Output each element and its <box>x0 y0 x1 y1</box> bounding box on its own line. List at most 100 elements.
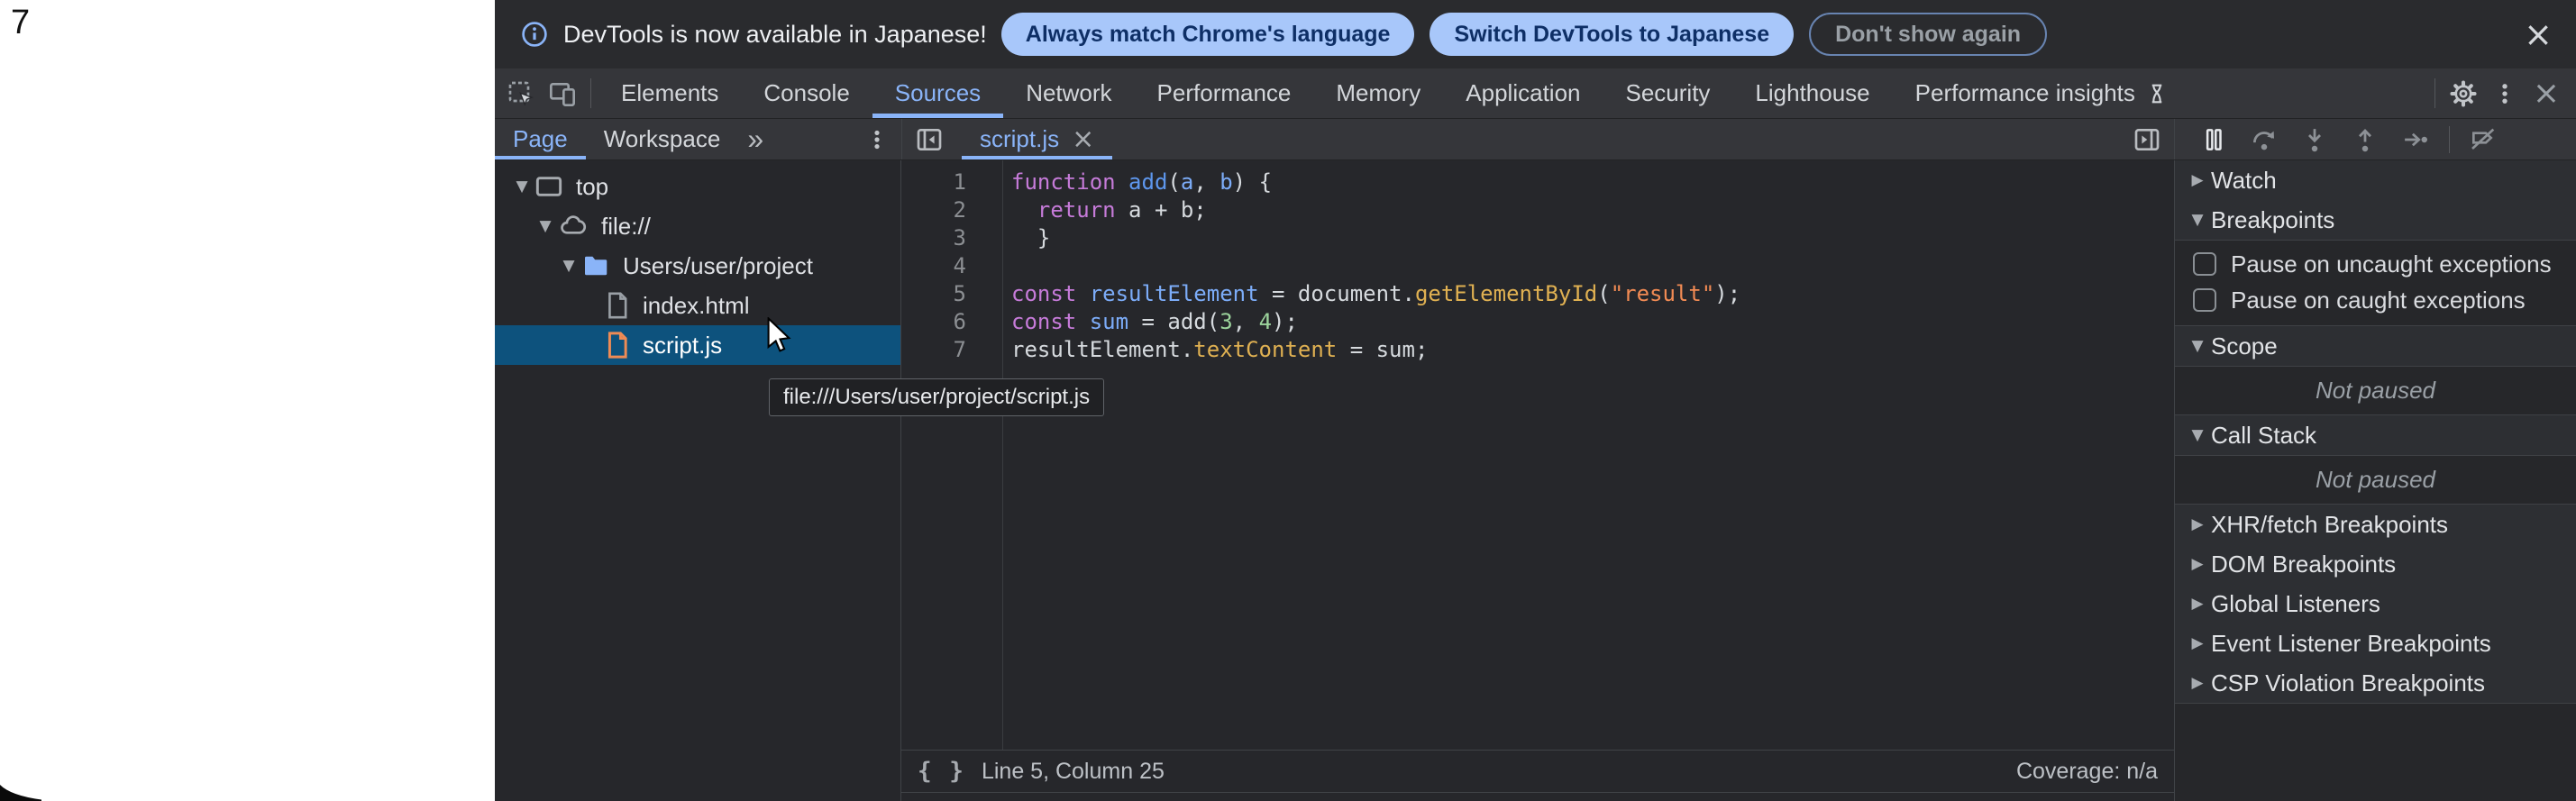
section-header-xhr-fetch-breakpoints[interactable]: ▶XHR/fetch Breakpoints <box>2175 505 2576 544</box>
tab-memory[interactable]: Memory <box>1313 68 1443 118</box>
line-number[interactable]: 5 <box>901 280 1002 308</box>
line-number[interactable]: 6 <box>901 308 1002 336</box>
section-label: Global Listeners <box>2211 590 2380 618</box>
section-label: DOM Breakpoints <box>2211 551 2396 578</box>
editor-status-bar: { } Line 5, Column 25 Coverage: n/a <box>901 750 2174 793</box>
expander-arrow-icon[interactable]: ▶ <box>2184 515 2211 533</box>
navigator-tab-workspace[interactable]: Workspace <box>586 119 739 159</box>
tab-security[interactable]: Security <box>1603 68 1733 118</box>
tree-item-users-user-project[interactable]: ▼Users/user/project <box>495 246 900 286</box>
more-options-button[interactable] <box>2484 68 2526 118</box>
hide-navigator-button[interactable] <box>902 119 956 159</box>
expander-arrow-icon[interactable]: ▶ <box>2184 555 2211 573</box>
show-debugger-sidebar-button[interactable] <box>2120 119 2174 159</box>
not-paused-label: Not paused <box>2316 466 2435 494</box>
tree-item-top[interactable]: ▼top <box>495 167 900 206</box>
line-number[interactable]: 3 <box>901 224 1002 252</box>
expander-arrow-icon[interactable]: ▼ <box>556 257 581 275</box>
code-line-2[interactable]: 2 return a + b; <box>901 196 2174 224</box>
section-header-watch[interactable]: ▶Watch <box>2175 160 2576 200</box>
section-header-event-listener-breakpoints[interactable]: ▶Event Listener Breakpoints <box>2175 624 2576 663</box>
expander-arrow-icon[interactable]: ▶ <box>2184 171 2211 189</box>
code-line-5[interactable]: 5const resultElement = document.getEleme… <box>901 280 2174 308</box>
always-match-chrome-s-language-button[interactable]: Always match Chrome's language <box>1001 13 1415 56</box>
section-header-call-stack[interactable]: ▼Call Stack <box>2175 415 2576 455</box>
code-line-3[interactable]: 3 } <box>901 224 2174 252</box>
section-label: CSP Violation Breakpoints <box>2211 669 2485 697</box>
step-button[interactable] <box>2391 126 2440 153</box>
expander-arrow-icon[interactable]: ▶ <box>2184 674 2211 692</box>
tree-item-script-js[interactable]: script.js <box>495 325 900 365</box>
step-out-button[interactable] <box>2341 126 2389 153</box>
code-text: resultElement.textContent = sum; <box>1011 336 1428 364</box>
section-label: XHR/fetch Breakpoints <box>2211 511 2448 539</box>
sidebar-section-headers: ▼Call Stack <box>2175 415 2576 456</box>
expander-arrow-icon[interactable]: ▼ <box>2184 211 2211 229</box>
expander-arrow-icon[interactable]: ▼ <box>2184 426 2211 444</box>
line-number[interactable]: 7 <box>901 336 1002 364</box>
section-header-csp-violation-breakpoints[interactable]: ▶CSP Violation Breakpoints <box>2175 663 2576 703</box>
tab-label: Application <box>1466 79 1580 107</box>
checkbox-row-pause-on-caught-exceptions[interactable]: Pause on caught exceptions <box>2175 282 2576 318</box>
main-toolbar: ElementsConsoleSourcesNetworkPerformance… <box>495 68 2576 119</box>
tab-label: Performance insights <box>1915 79 2135 107</box>
tab-elements[interactable]: Elements <box>598 68 741 118</box>
dont-show-again-button[interactable]: Don't show again <box>1809 13 2047 56</box>
expander-arrow-icon[interactable]: ▼ <box>509 177 534 196</box>
pretty-print-button[interactable]: { } <box>918 758 965 785</box>
tab-application[interactable]: Application <box>1443 68 1603 118</box>
checkbox-unchecked[interactable] <box>2193 288 2216 312</box>
sidebar-section-headers: ▼Scope <box>2175 326 2576 367</box>
tab-lighthouse[interactable]: Lighthouse <box>1732 68 1892 118</box>
code-line-4[interactable]: 4 <box>901 252 2174 280</box>
tab-label: script.js <box>980 125 1059 153</box>
code-line-1[interactable]: 1function add(a, b) { <box>901 168 2174 196</box>
switch-devtools-to-japanese-button[interactable]: Switch DevTools to Japanese <box>1430 13 1794 56</box>
sources-content: ▼top▼file://▼Users/user/projectindex.htm… <box>495 160 2576 801</box>
step-icon <box>2402 126 2429 153</box>
tab-console[interactable]: Console <box>741 68 872 118</box>
line-number[interactable]: 2 <box>901 196 1002 224</box>
sidebar-section-headers: ▶Watch▼Breakpoints <box>2175 160 2576 241</box>
expander-arrow-icon[interactable]: ▶ <box>2184 595 2211 613</box>
frame-icon <box>534 172 563 201</box>
checkbox-row-pause-on-uncaught-exceptions[interactable]: Pause on uncaught exceptions <box>2175 246 2576 282</box>
inspect-element-button[interactable] <box>500 68 542 118</box>
sidebar-section-headers: ▶XHR/fetch Breakpoints▶DOM Breakpoints▶G… <box>2175 505 2576 704</box>
checkbox-unchecked[interactable] <box>2193 252 2216 276</box>
tree-item-file-[interactable]: ▼file:// <box>495 206 900 246</box>
section-header-global-listeners[interactable]: ▶Global Listeners <box>2175 584 2576 624</box>
step-into-button[interactable] <box>2290 126 2339 153</box>
collapse-left-panel-icon <box>915 125 944 154</box>
devtools-close-button[interactable]: × <box>2526 68 2567 118</box>
tab-label: Sources <box>895 79 981 107</box>
line-number[interactable]: 4 <box>901 252 1002 280</box>
open-file-tab-script-js[interactable]: script.js × <box>962 119 1112 159</box>
code-area[interactable]: 1function add(a, b) {2 return a + b;3 }4… <box>901 168 2174 750</box>
settings-button[interactable] <box>2443 68 2484 118</box>
expander-arrow-icon[interactable]: ▶ <box>2184 634 2211 652</box>
tab-sources[interactable]: Sources <box>872 68 1003 118</box>
device-toolbar-button[interactable] <box>542 68 583 118</box>
deactivate-breakpoints-button[interactable] <box>2459 125 2507 154</box>
tree-item-index-html[interactable]: index.html <box>495 286 900 325</box>
infobar-close-button[interactable]: × <box>2524 17 2553 51</box>
section-header-scope[interactable]: ▼Scope <box>2175 326 2576 366</box>
close-tab-icon[interactable]: × <box>1072 123 1094 155</box>
line-number[interactable]: 1 <box>901 168 1002 196</box>
section-header-breakpoints[interactable]: ▼Breakpoints <box>2175 200 2576 240</box>
navigator-menu-button[interactable] <box>865 119 889 159</box>
expander-arrow-icon[interactable]: ▼ <box>533 217 558 235</box>
section-header-dom-breakpoints[interactable]: ▶DOM Breakpoints <box>2175 544 2576 584</box>
code-line-7[interactable]: 7 resultElement.textContent = sum; <box>901 336 2174 364</box>
expander-arrow-icon[interactable]: ▼ <box>2184 337 2211 355</box>
tab-performance-insights[interactable]: Performance insights <box>1893 68 2192 118</box>
tab-network[interactable]: Network <box>1003 68 1134 118</box>
more-tabs-chevron-icon[interactable]: » <box>738 119 772 159</box>
step-over-button[interactable] <box>2240 126 2288 153</box>
navigator-tab-page[interactable]: Page <box>495 119 586 159</box>
pause-button[interactable] <box>2189 126 2238 153</box>
cloud-icon <box>558 212 589 241</box>
tab-performance[interactable]: Performance <box>1135 68 1314 118</box>
code-line-6[interactable]: 6const sum = add(3, 4); <box>901 308 2174 336</box>
